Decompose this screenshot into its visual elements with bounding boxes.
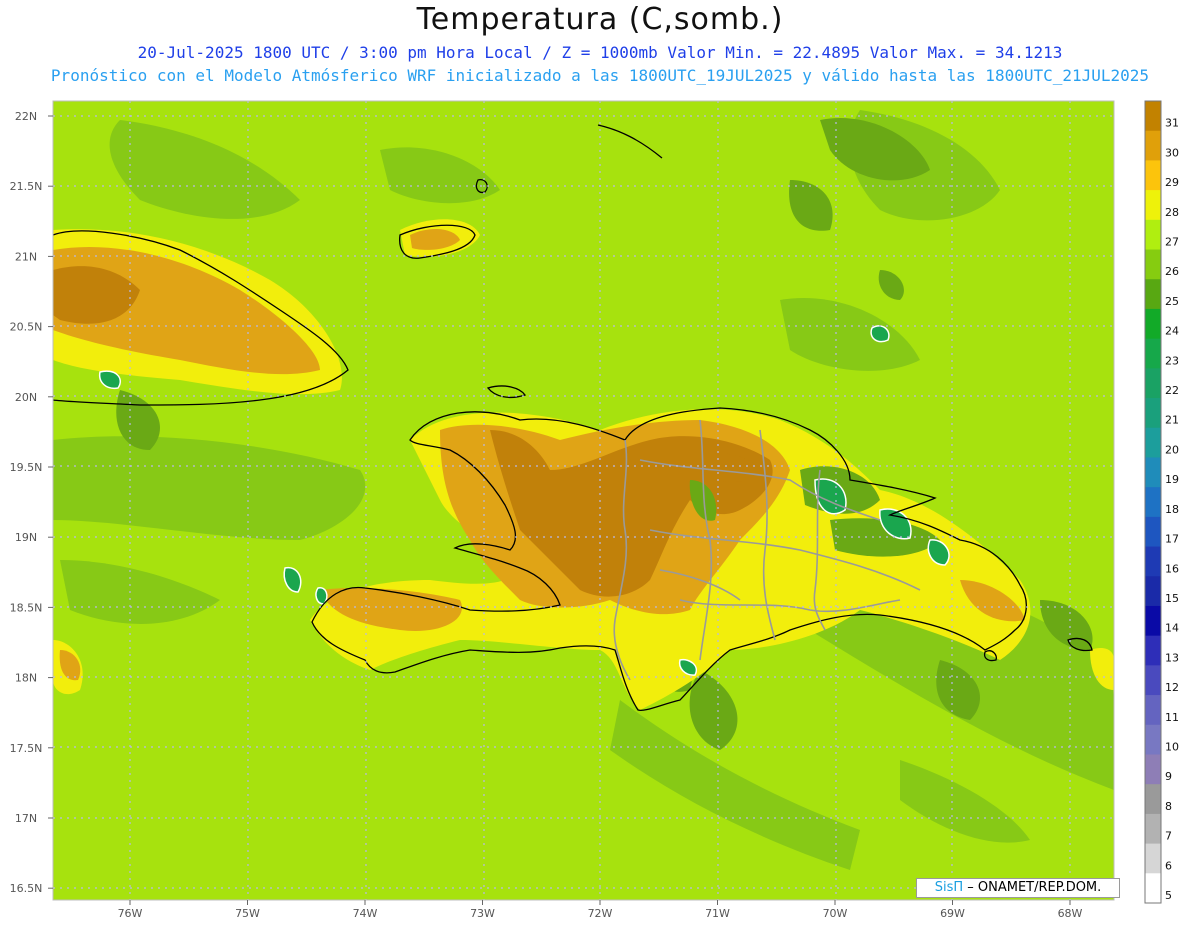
legend-label: 15: [1165, 592, 1179, 605]
lat-label: 16.5N: [10, 882, 43, 895]
legend-label: 7: [1165, 830, 1172, 843]
legend-swatch: [1145, 724, 1161, 755]
legend-label: 10: [1165, 740, 1179, 753]
legend-label: 18: [1165, 503, 1179, 516]
legend-swatch: [1145, 130, 1161, 161]
legend-label: 26: [1165, 265, 1179, 278]
legend-label: 5: [1165, 889, 1172, 902]
lat-label: 21N: [15, 250, 37, 263]
lon-label: 76W: [118, 907, 143, 920]
legend-swatch: [1145, 754, 1161, 785]
legend-swatch: [1145, 635, 1161, 666]
lon-label: 74W: [353, 907, 378, 920]
lat-label: 22N: [15, 110, 37, 123]
legend-label: 30: [1165, 146, 1179, 159]
legend-label: 17: [1165, 533, 1179, 546]
legend-swatch: [1145, 487, 1161, 518]
legend-swatch: [1145, 190, 1161, 221]
legend-label: 9: [1165, 770, 1172, 783]
lat-label: 17.5N: [10, 742, 43, 755]
legend-label: 21: [1165, 414, 1179, 427]
legend-swatch: [1145, 308, 1161, 340]
lon-label: 70W: [823, 907, 848, 920]
lat-label: 20N: [15, 391, 37, 404]
legend-swatch: [1145, 338, 1161, 369]
lon-label: 68W: [1058, 907, 1083, 920]
legend-label: 28: [1165, 206, 1179, 219]
latitude-axis: 22N 21.5N 21N 20.5N 20N 19.5N 19N 18.5N 18N 17.5N…: [10, 110, 53, 895]
legend-label: 31: [1165, 117, 1179, 130]
lat-label: 18N: [15, 672, 37, 685]
credit-org: – ONAMET/REP.DOM.: [967, 880, 1102, 895]
lat-label: 20.5N: [10, 321, 43, 334]
legend-label: 8: [1165, 800, 1172, 813]
legend-label: 24: [1165, 325, 1179, 338]
lon-label: 73W: [470, 907, 495, 920]
shaded-field: [53, 101, 1114, 900]
legend-swatch: [1145, 605, 1161, 637]
lat-label: 19N: [15, 531, 37, 544]
legend-label: 23: [1165, 354, 1179, 367]
legend-swatch: [1145, 695, 1161, 726]
legend-swatch: [1145, 546, 1161, 577]
lon-label: 69W: [940, 907, 965, 920]
legend-label: 20: [1165, 443, 1179, 456]
legend-swatch: [1145, 398, 1161, 429]
legend-label: 14: [1165, 622, 1179, 635]
legend-label: 22: [1165, 384, 1179, 397]
sispi-logo: SisΠ: [934, 880, 964, 895]
legend-swatch: [1145, 368, 1161, 399]
legend-label: 19: [1165, 473, 1179, 486]
lat-label: 17N: [15, 812, 37, 825]
longitude-axis: 76W 75W 74W 73W 72W 71W 70W 69W 68W: [118, 900, 1083, 920]
legend-swatch: [1145, 279, 1161, 310]
legend-swatch: [1145, 219, 1161, 251]
lat-label: 21.5N: [10, 180, 43, 193]
legend-swatch: [1145, 101, 1161, 132]
legend-swatch: [1145, 843, 1161, 874]
legend-label: 12: [1165, 681, 1179, 694]
color-legend: 31 30 29 28 27 26 25 24 23 22 21 20 19 18 17 16 15 14 13 12…: [1144, 100, 1179, 904]
lon-label: 71W: [705, 907, 730, 920]
legend-label: 6: [1165, 859, 1172, 872]
legend-swatch: [1145, 457, 1161, 488]
lon-label: 75W: [235, 907, 260, 920]
credit-box: SisΠ – ONAMET/REP.DOM.: [916, 878, 1120, 898]
legend-swatch: [1145, 160, 1161, 191]
lon-label: 72W: [588, 907, 613, 920]
lat-label: 18.5N: [10, 601, 43, 614]
temperature-map: 22N 21.5N 21N 20.5N 20N 19.5N 19N 18.5N 18N 17.5N…: [10, 100, 1179, 920]
legend-swatch: [1145, 665, 1161, 696]
legend-swatch: [1145, 249, 1161, 280]
legend-label: 16: [1165, 562, 1179, 575]
legend-swatch: [1145, 873, 1161, 904]
legend-label: 25: [1165, 295, 1179, 308]
legend-swatch: [1145, 784, 1161, 815]
legend-label: 27: [1165, 236, 1179, 249]
lat-label: 19.5N: [10, 461, 43, 474]
legend-label: 13: [1165, 651, 1179, 664]
legend-swatch: [1145, 427, 1161, 458]
legend-label: 11: [1165, 711, 1179, 724]
legend-swatch: [1145, 813, 1161, 845]
legend-swatch: [1145, 516, 1161, 548]
legend-swatch: [1145, 576, 1161, 607]
legend-label: 29: [1165, 176, 1179, 189]
